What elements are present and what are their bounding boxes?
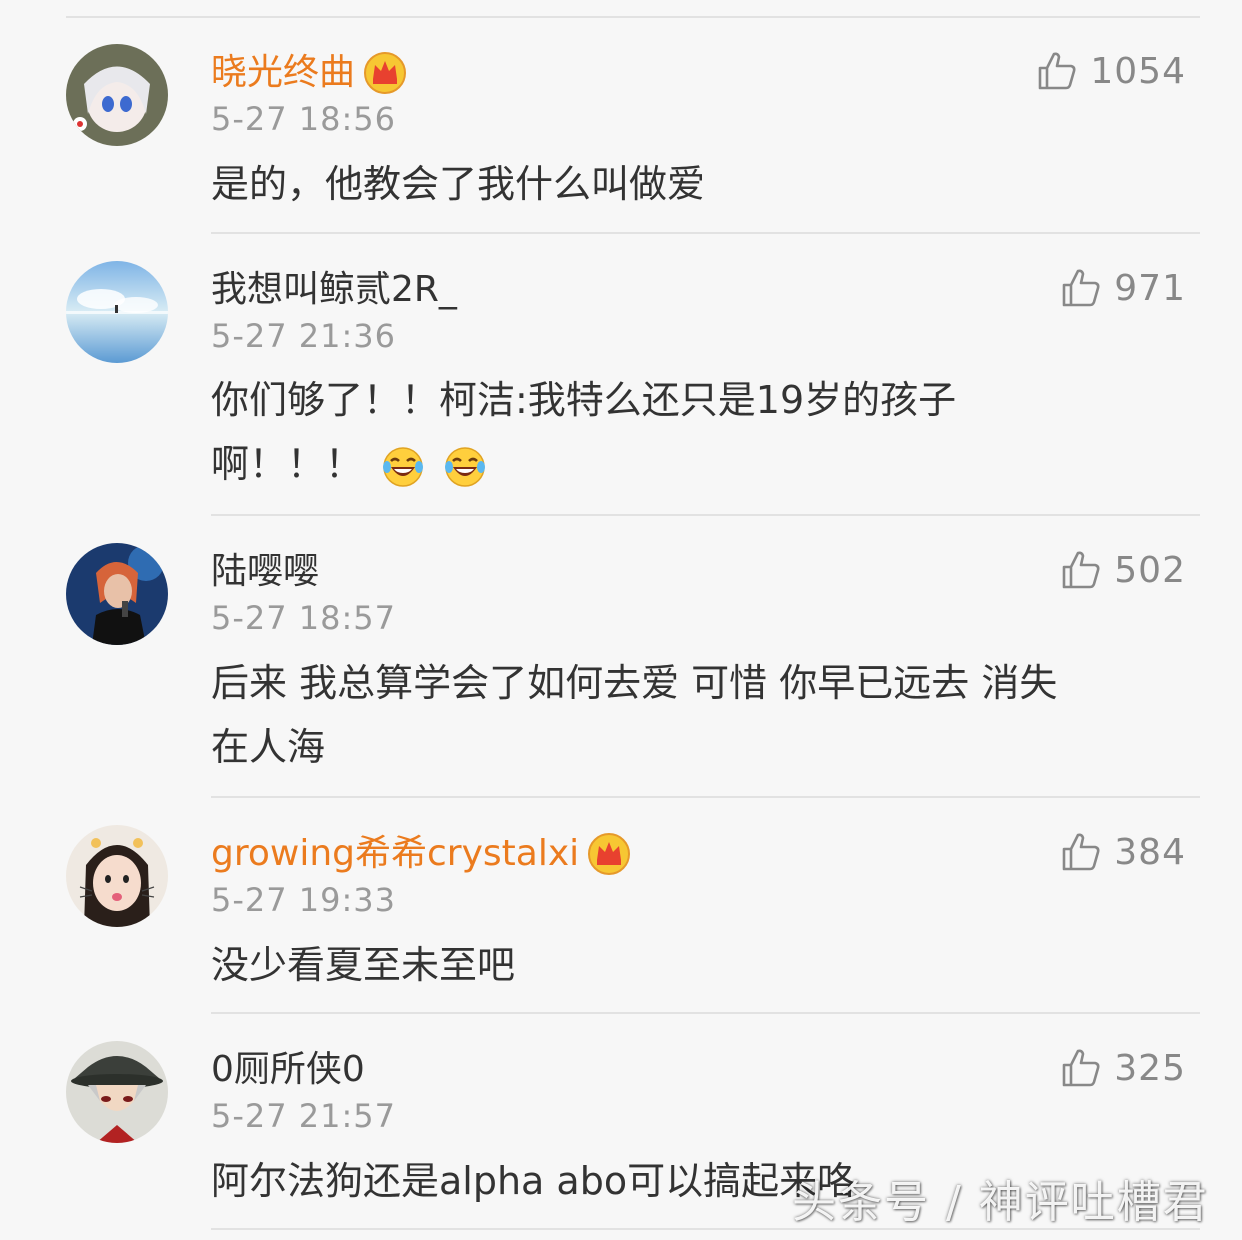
avatar[interactable] bbox=[66, 825, 168, 927]
like-button[interactable]: 971 bbox=[1060, 267, 1186, 309]
vip-crown-icon bbox=[364, 52, 407, 94]
avatar[interactable] bbox=[66, 543, 168, 645]
comment-line-with-emoji: 啊！！！ bbox=[211, 432, 1171, 496]
comment-line: 你们够了！！柯洁:我特么还只是19岁的孩子 bbox=[211, 378, 957, 422]
username[interactable]: 我想叫鲸贰2R_ bbox=[211, 265, 457, 315]
username[interactable]: growing希希crystalxi bbox=[211, 829, 579, 879]
comment-text: 后来 我总算学会了如何去爱 可惜 你早已远去 消失 在人海 bbox=[211, 651, 1171, 779]
thumbs-up-icon bbox=[1062, 833, 1100, 871]
like-count: 384 bbox=[1114, 831, 1186, 873]
comment-line: 后来 我总算学会了如何去爱 可惜 你早已远去 消失 bbox=[211, 661, 1058, 705]
like-button[interactable]: 325 bbox=[1060, 1047, 1186, 1089]
comment-line: 没少看夏至未至吧 bbox=[211, 943, 516, 987]
comment-text: 你们够了！！柯洁:我特么还只是19岁的孩子 啊！！！ bbox=[211, 368, 1171, 496]
like-count: 1054 bbox=[1090, 50, 1186, 92]
avatar[interactable] bbox=[66, 261, 168, 363]
comment-line: 啊！！！ bbox=[211, 442, 364, 486]
avatar[interactable] bbox=[66, 1041, 168, 1143]
like-count: 502 bbox=[1114, 549, 1186, 591]
like-count: 971 bbox=[1114, 267, 1186, 309]
comment-divider bbox=[211, 514, 1200, 516]
comment-time: 5-27 18:57 bbox=[211, 599, 397, 637]
name-row: 晓光终曲 bbox=[211, 48, 407, 98]
like-button[interactable]: 384 bbox=[1060, 831, 1186, 873]
laughing-tears-icon bbox=[445, 446, 486, 487]
comment-text: 是的，他教会了我什么叫做爱 bbox=[211, 152, 1171, 216]
like-button[interactable]: 1054 bbox=[1036, 50, 1186, 92]
comment-divider bbox=[211, 796, 1200, 798]
comment-line: 在人海 bbox=[211, 725, 326, 769]
thumbs-up-icon bbox=[1062, 269, 1100, 307]
name-row: 0厕所侠0 bbox=[211, 1045, 365, 1095]
comment-time: 5-27 18:56 bbox=[211, 100, 397, 138]
avatar[interactable] bbox=[66, 44, 168, 146]
username[interactable]: 0厕所侠0 bbox=[211, 1045, 365, 1095]
comment-time: 5-27 21:36 bbox=[211, 317, 397, 355]
name-row: growing希希crystalxi bbox=[211, 829, 631, 879]
username[interactable]: 陆嘤嘤 bbox=[211, 547, 319, 597]
comment-line: 是的，他教会了我什么叫做爱 bbox=[211, 162, 706, 206]
vip-crown-icon bbox=[588, 833, 631, 875]
top-divider bbox=[66, 16, 1200, 18]
username[interactable]: 晓光终曲 bbox=[211, 48, 355, 98]
comment-time: 5-27 19:33 bbox=[211, 881, 397, 919]
laughing-tears-icon bbox=[383, 446, 424, 487]
watermark: 头条号 / 神评吐槽君 bbox=[792, 1177, 1209, 1228]
like-button[interactable]: 502 bbox=[1060, 549, 1186, 591]
comment-text: 没少看夏至未至吧 bbox=[211, 933, 1171, 997]
name-row: 陆嘤嘤 bbox=[211, 547, 319, 597]
thumbs-up-icon bbox=[1062, 1049, 1100, 1087]
comment-time: 5-27 21:57 bbox=[211, 1097, 397, 1135]
comment-list-screen: 晓光终曲 5-27 18:56 是的，他教会了我什么叫做爱 1054 我想叫鲸贰… bbox=[0, 0, 1242, 1240]
name-row: 我想叫鲸贰2R_ bbox=[211, 265, 457, 315]
comment-divider bbox=[211, 232, 1200, 234]
comment-divider bbox=[211, 1012, 1200, 1014]
thumbs-up-icon bbox=[1039, 52, 1076, 90]
thumbs-up-icon bbox=[1062, 551, 1100, 589]
like-count: 325 bbox=[1114, 1047, 1186, 1089]
